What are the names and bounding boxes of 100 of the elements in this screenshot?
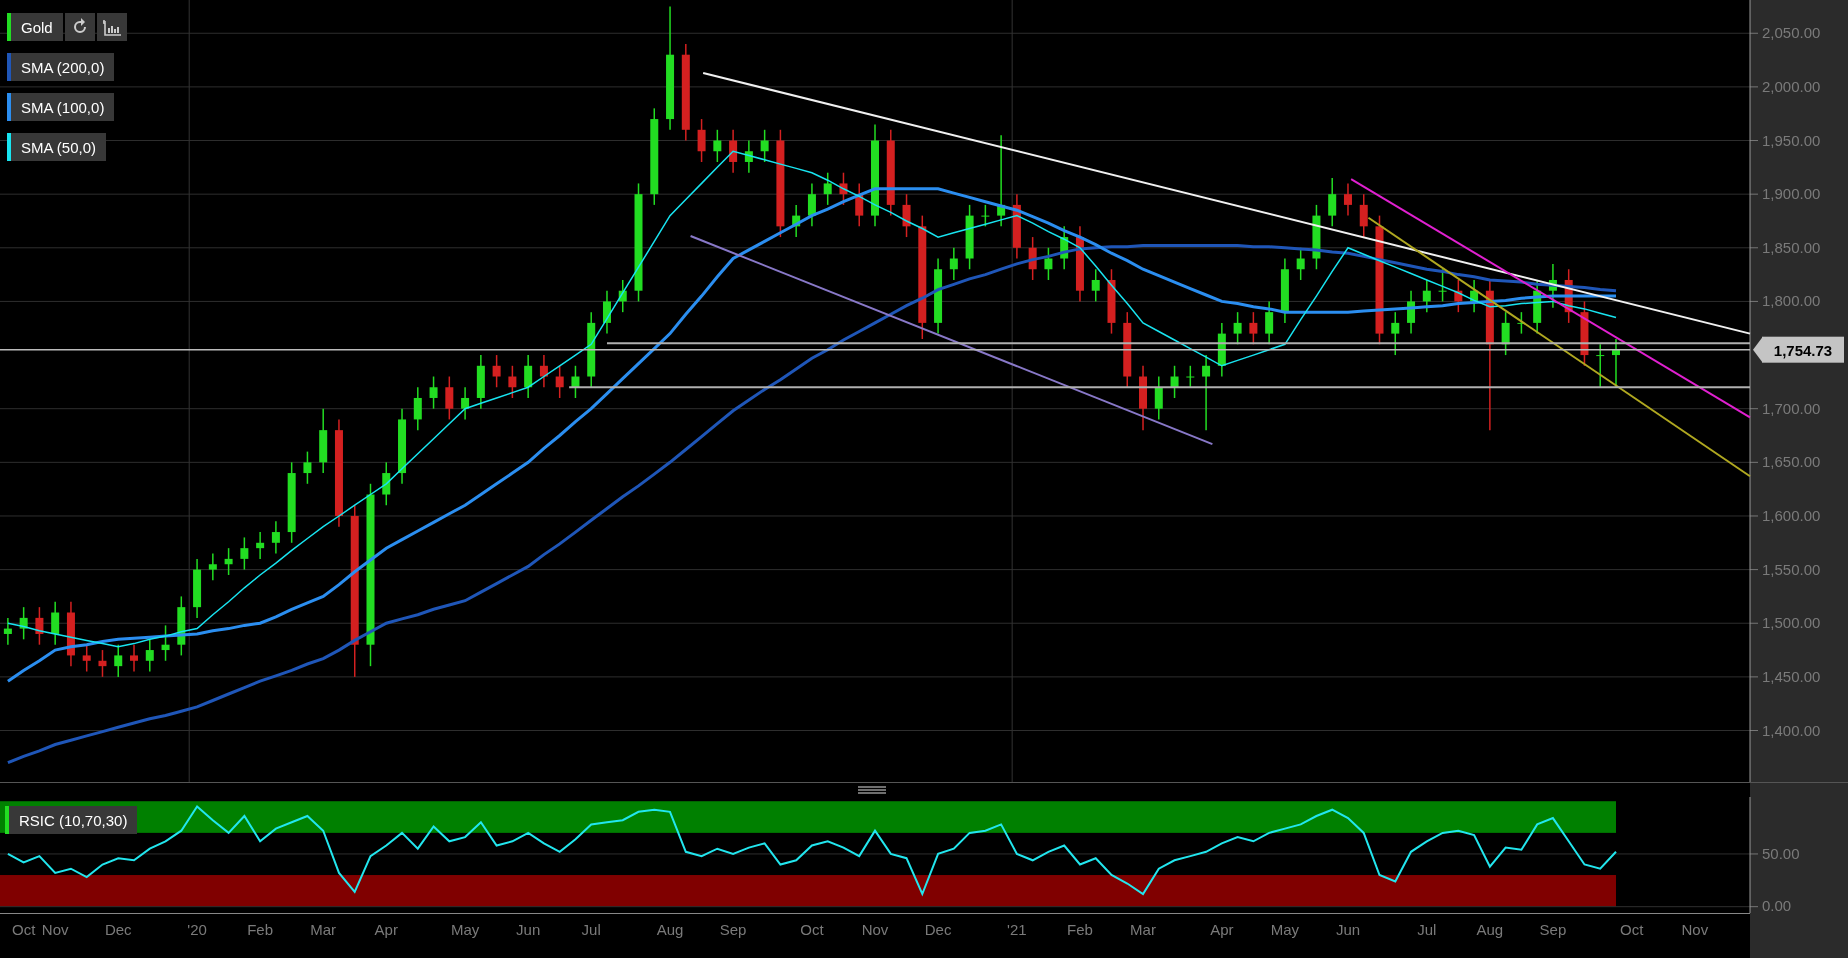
candlestick	[445, 375, 454, 421]
month-label: Jun	[1335, 921, 1361, 938]
candlestick	[1312, 204, 1321, 270]
candlestick	[256, 531, 265, 560]
candlestick	[1438, 268, 1447, 303]
month-label: Oct	[12, 921, 36, 938]
series-legend-label[interactable]: SMA (50,0)	[7, 133, 107, 161]
month-label: Sep	[1539, 921, 1567, 938]
month-label: Aug	[1476, 921, 1504, 938]
candlestick	[697, 118, 706, 163]
candlestick	[35, 606, 44, 646]
bar-chart-icon	[100, 17, 123, 37]
month-label: Sep	[719, 921, 747, 938]
price-tick-label: 1,600.00	[1762, 506, 1821, 524]
candlestick	[524, 354, 533, 399]
candlestick	[3, 617, 12, 646]
candlestick	[1533, 279, 1542, 335]
candlestick	[1422, 279, 1431, 313]
candlestick	[823, 171, 832, 206]
candlestick	[130, 643, 138, 673]
month-label: Dec	[924, 921, 952, 938]
series-legend-label[interactable]: SMA (200,0)	[7, 53, 115, 81]
candlestick	[319, 407, 328, 474]
indicator-legend-label[interactable]: RSIC (10,70,30)	[5, 806, 138, 834]
month-label: Jul	[581, 921, 601, 938]
candlestick	[792, 204, 801, 238]
candlestick	[1501, 311, 1510, 356]
candlestick	[1343, 182, 1352, 217]
candlestick	[1060, 225, 1069, 270]
candlestick	[539, 354, 548, 388]
month-label: Dec	[104, 921, 132, 938]
candlestick	[240, 536, 249, 571]
candlestick	[1359, 193, 1368, 238]
price-tick-label: 2,050.00	[1762, 24, 1821, 42]
candlestick	[508, 365, 517, 399]
rsi-tick-label: 50.00	[1762, 844, 1800, 862]
candlestick	[1580, 300, 1589, 367]
candlestick	[603, 289, 611, 335]
candlestick	[98, 649, 107, 678]
candlestick	[1217, 322, 1226, 378]
candlestick	[1186, 365, 1195, 388]
candlestick	[82, 643, 91, 673]
month-label: Nov	[861, 921, 889, 938]
candlestick	[807, 182, 816, 228]
candlestick	[145, 638, 154, 673]
resize-grip-icon[interactable]	[858, 786, 886, 794]
month-label: Nov	[41, 921, 69, 938]
candlestick	[1107, 268, 1116, 335]
candlestick	[760, 129, 769, 163]
month-label: Oct	[800, 921, 824, 938]
chart-type-button[interactable]	[96, 13, 127, 41]
candlestick	[902, 193, 911, 238]
candlestick	[949, 247, 958, 281]
refresh-button[interactable]	[64, 13, 95, 41]
candlestick	[161, 624, 170, 662]
candlestick	[729, 129, 738, 174]
price-tick-label: 2,000.00	[1762, 77, 1821, 95]
candlestick	[744, 139, 753, 174]
candlestick	[618, 279, 627, 313]
price-tick-label: 1,800.00	[1762, 292, 1821, 310]
candlestick	[571, 365, 580, 399]
candlestick	[1391, 311, 1400, 356]
month-label: Apr	[374, 921, 398, 938]
price-tick-label: 1,900.00	[1762, 185, 1821, 203]
candlestick	[839, 171, 848, 206]
price-label: 1,754.73	[1753, 336, 1844, 363]
candlestick	[855, 182, 864, 228]
candlestick	[555, 365, 564, 399]
candlestick	[1012, 193, 1021, 260]
candlestick	[208, 552, 217, 582]
month-label: May	[450, 921, 480, 938]
candlestick	[1139, 365, 1147, 431]
candlestick	[476, 354, 485, 410]
rsi-tick-label: 0.00	[1762, 897, 1792, 914]
candlestick	[382, 461, 391, 506]
month-label: Jun	[516, 921, 541, 938]
month-label: Aug	[656, 921, 684, 938]
candlestick	[1028, 236, 1037, 281]
series-legend-label[interactable]: Gold	[7, 13, 63, 41]
candlestick	[965, 204, 974, 270]
month-label: May	[1270, 921, 1300, 938]
candlestick	[271, 520, 280, 555]
candlestick	[114, 643, 123, 678]
month-label: Apr	[1210, 921, 1234, 938]
candlestick	[66, 601, 75, 667]
candlestick	[1328, 177, 1337, 228]
month-label: '20	[187, 921, 207, 938]
series-legend-label[interactable]: SMA (100,0)	[7, 93, 115, 121]
candlestick	[429, 375, 438, 410]
month-label: Oct	[1620, 921, 1644, 938]
candlestick	[177, 595, 186, 657]
candlestick	[1548, 263, 1557, 309]
candlestick	[1296, 247, 1305, 281]
price-tick-label: 1,850.00	[1762, 238, 1821, 256]
month-label: '21	[1007, 921, 1027, 938]
candlestick	[193, 558, 202, 619]
candlestick	[1454, 279, 1463, 313]
price-tick-label: 1,400.00	[1762, 721, 1821, 739]
candlestick	[19, 606, 28, 641]
candlestick	[1596, 343, 1605, 388]
